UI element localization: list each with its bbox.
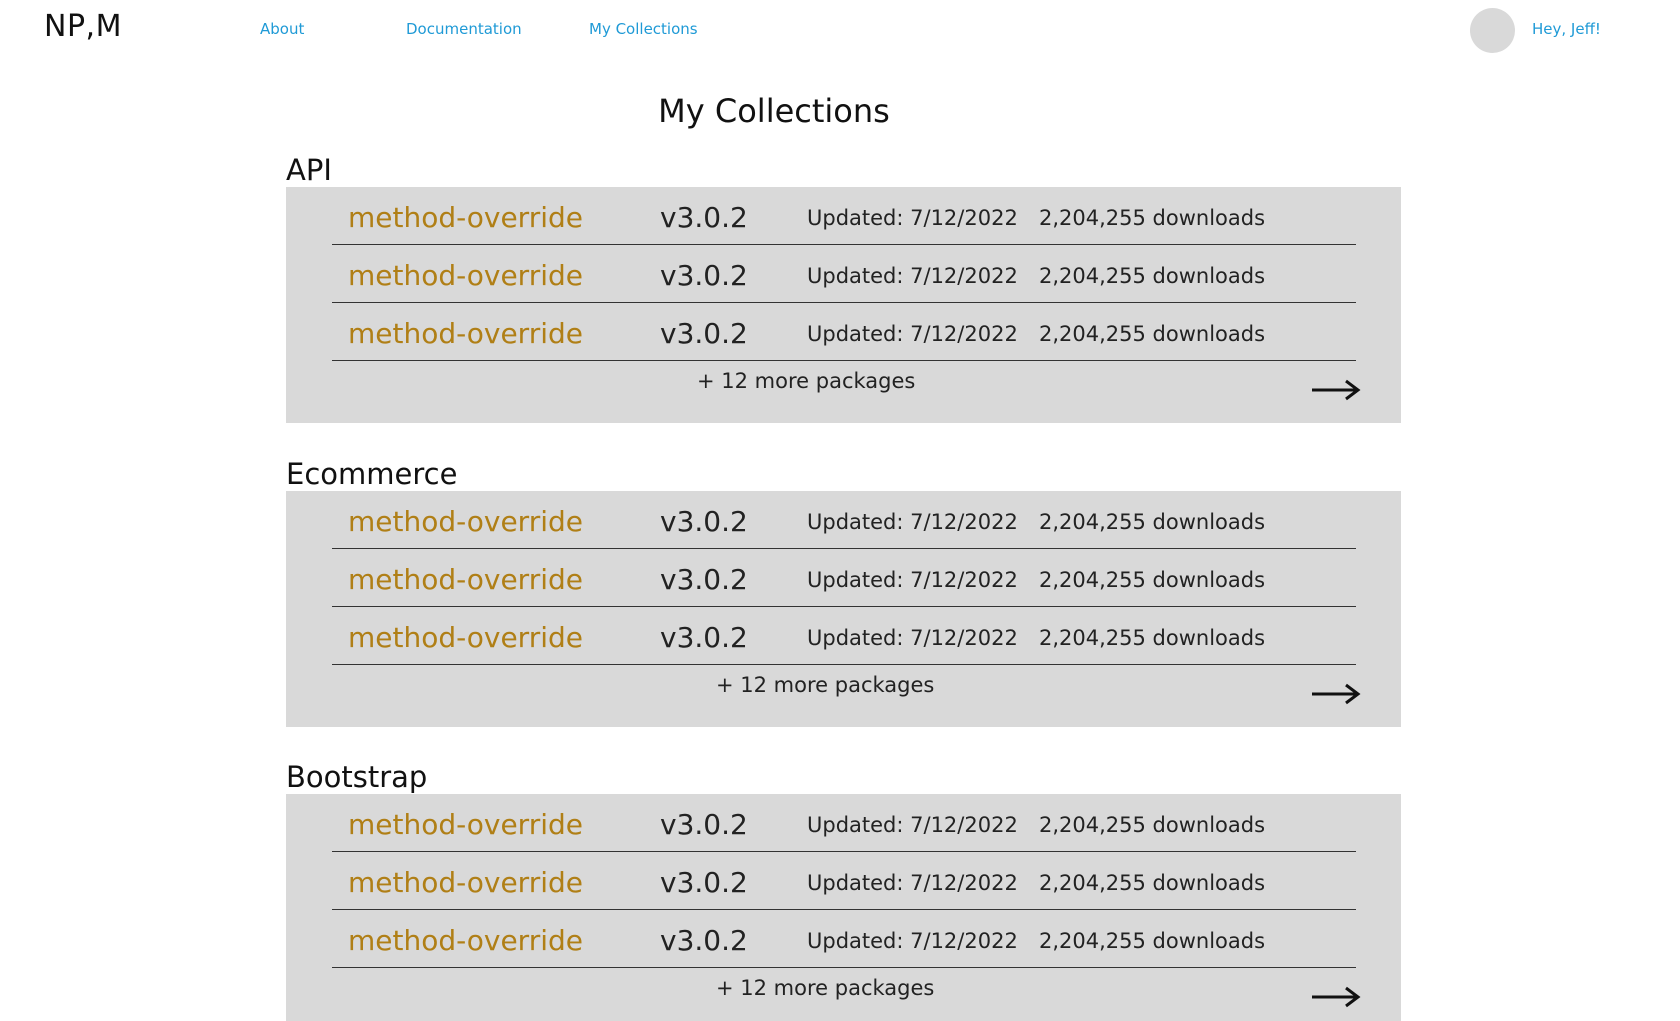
arrow-right-icon[interactable] bbox=[1311, 683, 1361, 705]
collection-title[interactable]: Bootstrap bbox=[286, 760, 1401, 794]
package-row[interactable]: method-override v3.0.2 Updated: 7/12/202… bbox=[332, 794, 1356, 852]
package-updated: Updated: 7/12/2022 bbox=[807, 264, 1018, 288]
logo[interactable]: NP,M bbox=[44, 9, 122, 44]
package-updated: Updated: 7/12/2022 bbox=[807, 871, 1018, 895]
arrow-right-icon[interactable] bbox=[1311, 379, 1361, 401]
package-downloads: 2,204,255 downloads bbox=[1039, 322, 1266, 346]
package-name[interactable]: method-override bbox=[348, 924, 583, 957]
package-downloads: 2,204,255 downloads bbox=[1039, 626, 1266, 650]
package-name[interactable]: method-override bbox=[348, 621, 583, 654]
package-downloads: 2,204,255 downloads bbox=[1039, 568, 1266, 592]
package-row[interactable]: method-override v3.0.2 Updated: 7/12/202… bbox=[332, 303, 1356, 361]
package-name[interactable]: method-override bbox=[348, 505, 583, 538]
more-packages-link[interactable]: + 12 more packages bbox=[716, 673, 934, 697]
collection-panel: method-override v3.0.2 Updated: 7/12/202… bbox=[286, 491, 1401, 727]
package-name[interactable]: method-override bbox=[348, 201, 583, 234]
package-updated: Updated: 7/12/2022 bbox=[807, 206, 1018, 230]
package-name[interactable]: method-override bbox=[348, 317, 583, 350]
package-version: v3.0.2 bbox=[660, 259, 748, 292]
package-name[interactable]: method-override bbox=[348, 259, 583, 292]
package-name[interactable]: method-override bbox=[348, 563, 583, 596]
package-downloads: 2,204,255 downloads bbox=[1039, 871, 1266, 895]
package-downloads: 2,204,255 downloads bbox=[1039, 929, 1266, 953]
package-updated: Updated: 7/12/2022 bbox=[807, 510, 1018, 534]
package-version: v3.0.2 bbox=[660, 505, 748, 538]
collection-api: API method-override v3.0.2 Updated: 7/12… bbox=[286, 153, 1401, 423]
package-downloads: 2,204,255 downloads bbox=[1039, 813, 1266, 837]
package-downloads: 2,204,255 downloads bbox=[1039, 264, 1266, 288]
collection-panel: method-override v3.0.2 Updated: 7/12/202… bbox=[286, 794, 1401, 1021]
package-version: v3.0.2 bbox=[660, 317, 748, 350]
collection-bootstrap: Bootstrap method-override v3.0.2 Updated… bbox=[286, 760, 1401, 1021]
package-row[interactable]: method-override v3.0.2 Updated: 7/12/202… bbox=[332, 187, 1356, 245]
package-version: v3.0.2 bbox=[660, 563, 748, 596]
package-version: v3.0.2 bbox=[660, 808, 748, 841]
user-greeting[interactable]: Hey, Jeff! bbox=[1532, 20, 1601, 38]
collection-title[interactable]: Ecommerce bbox=[286, 457, 1401, 491]
package-version: v3.0.2 bbox=[660, 201, 748, 234]
package-updated: Updated: 7/12/2022 bbox=[807, 626, 1018, 650]
package-updated: Updated: 7/12/2022 bbox=[807, 568, 1018, 592]
nav-about-link[interactable]: About bbox=[260, 20, 304, 38]
package-row[interactable]: method-override v3.0.2 Updated: 7/12/202… bbox=[332, 910, 1356, 968]
more-packages-link[interactable]: + 12 more packages bbox=[697, 369, 915, 393]
package-row[interactable]: method-override v3.0.2 Updated: 7/12/202… bbox=[332, 549, 1356, 607]
collection-title[interactable]: API bbox=[286, 153, 1401, 187]
collection-panel: method-override v3.0.2 Updated: 7/12/202… bbox=[286, 187, 1401, 423]
package-row[interactable]: method-override v3.0.2 Updated: 7/12/202… bbox=[332, 245, 1356, 303]
package-updated: Updated: 7/12/2022 bbox=[807, 813, 1018, 837]
package-downloads: 2,204,255 downloads bbox=[1039, 206, 1266, 230]
package-name[interactable]: method-override bbox=[348, 808, 583, 841]
arrow-right-icon[interactable] bbox=[1311, 986, 1361, 1008]
package-row[interactable]: method-override v3.0.2 Updated: 7/12/202… bbox=[332, 607, 1356, 665]
more-packages-link[interactable]: + 12 more packages bbox=[716, 976, 934, 1000]
package-version: v3.0.2 bbox=[660, 866, 748, 899]
package-updated: Updated: 7/12/2022 bbox=[807, 322, 1018, 346]
avatar[interactable] bbox=[1470, 8, 1515, 53]
page: NP,M About Documentation My Collections … bbox=[0, 0, 1680, 1021]
package-downloads: 2,204,255 downloads bbox=[1039, 510, 1266, 534]
nav-my-collections-link[interactable]: My Collections bbox=[589, 20, 698, 38]
package-row[interactable]: method-override v3.0.2 Updated: 7/12/202… bbox=[332, 491, 1356, 549]
package-row[interactable]: method-override v3.0.2 Updated: 7/12/202… bbox=[332, 852, 1356, 910]
package-name[interactable]: method-override bbox=[348, 866, 583, 899]
package-version: v3.0.2 bbox=[660, 621, 748, 654]
nav-documentation-link[interactable]: Documentation bbox=[406, 20, 522, 38]
package-version: v3.0.2 bbox=[660, 924, 748, 957]
page-title: My Collections bbox=[658, 92, 890, 130]
package-updated: Updated: 7/12/2022 bbox=[807, 929, 1018, 953]
collection-ecommerce: Ecommerce method-override v3.0.2 Updated… bbox=[286, 457, 1401, 727]
